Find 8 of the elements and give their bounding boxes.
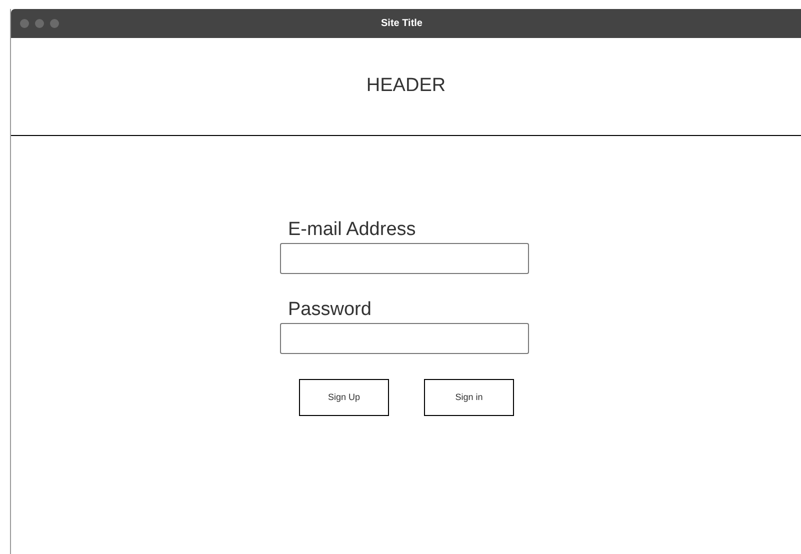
window-title: Site Title bbox=[381, 17, 422, 31]
field-label: E-mail Address bbox=[287, 218, 417, 242]
input-field[interactable] bbox=[280, 323, 529, 354]
action-button[interactable]: Sign in bbox=[424, 379, 514, 416]
header-text: HEADER bbox=[366, 74, 446, 98]
field-label: Password bbox=[287, 298, 372, 322]
action-button[interactable]: Sign Up bbox=[299, 379, 389, 416]
input-field[interactable] bbox=[280, 243, 529, 274]
